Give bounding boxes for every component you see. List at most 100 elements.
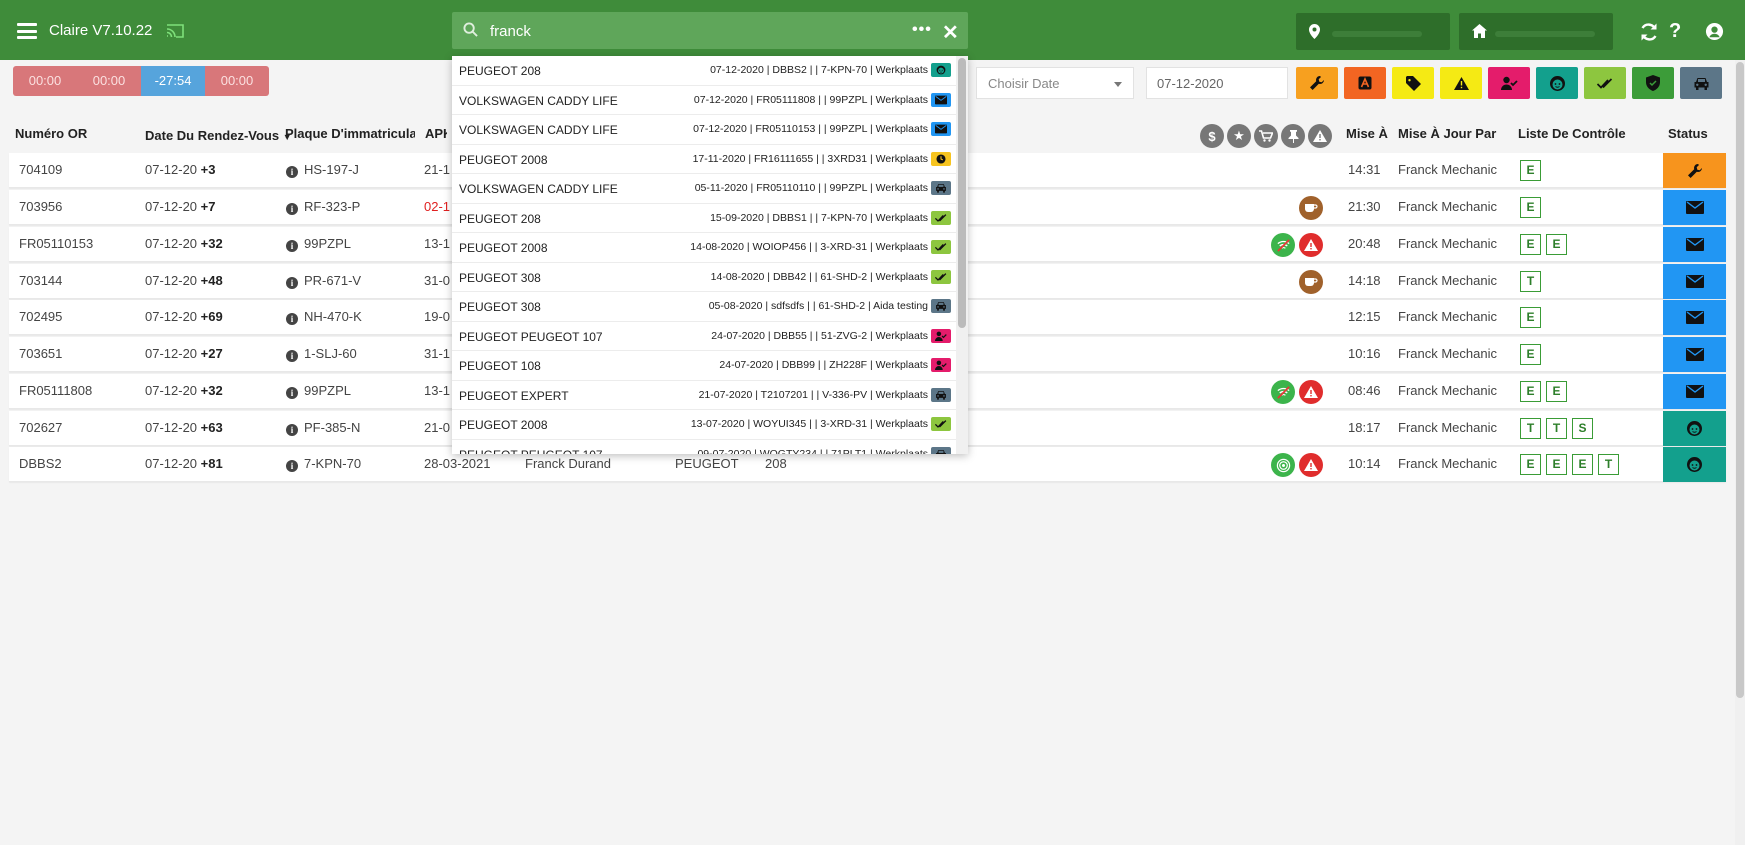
checklist-badge[interactable]: E xyxy=(1546,234,1567,255)
checklist-badge[interactable]: E xyxy=(1520,307,1541,328)
checklist-badge[interactable]: T xyxy=(1520,418,1541,439)
status-badge[interactable] xyxy=(1663,374,1726,409)
checklist-badge[interactable]: E xyxy=(1572,454,1593,475)
col-plaque[interactable]: Plaque D'immatriculation xyxy=(285,126,415,141)
more-options-icon[interactable]: ••• xyxy=(912,21,932,39)
status-badge[interactable] xyxy=(1663,153,1726,188)
workshop-select[interactable] xyxy=(1459,13,1613,50)
checklist-badge[interactable]: T xyxy=(1598,454,1619,475)
info-icon[interactable]: i xyxy=(286,350,298,362)
status-badge[interactable] xyxy=(1663,447,1726,482)
date-input[interactable]: 07-12-2020 xyxy=(1146,67,1288,99)
timer-1[interactable]: 00:00 xyxy=(13,66,77,96)
dropdown-scrollbar[interactable] xyxy=(956,56,968,454)
col-mise-a-jour-par[interactable]: Mise À Jour Par xyxy=(1398,126,1496,141)
close-icon[interactable]: ✕ xyxy=(942,20,959,45)
cart-icon[interactable] xyxy=(1254,124,1278,148)
search-result-item[interactable]: PEUGEOT 208 15-09-2020 | DBBS1 | | 7-KPN-… xyxy=(452,204,956,233)
star-icon[interactable]: ★ xyxy=(1227,124,1251,148)
cell-numero-or: FR05111808 xyxy=(19,383,93,398)
col-liste-controle[interactable]: Liste De Contrôle xyxy=(1518,126,1626,141)
checklist-badge[interactable]: E xyxy=(1520,197,1541,218)
refresh-icon[interactable] xyxy=(1639,22,1659,42)
user-check-icon xyxy=(931,358,951,372)
info-icon[interactable]: i xyxy=(286,277,298,289)
search-result-item[interactable]: PEUGEOT 2008 17-11-2020 | FR16111655 | | … xyxy=(452,145,956,174)
help-icon[interactable]: ? xyxy=(1669,20,1681,43)
filter-car-button[interactable] xyxy=(1680,67,1722,99)
timer-active[interactable]: -27:54 xyxy=(141,66,205,96)
coffee-icon[interactable] xyxy=(1299,196,1323,220)
search-result-item[interactable]: PEUGEOT 2008 13-07-2020 | WOYUI345 | | 3-… xyxy=(452,410,956,440)
search-result-item[interactable]: PEUGEOT 308 05-08-2020 | sdfsdfs | | 61-S… xyxy=(452,292,956,322)
search-result-item[interactable]: VOLKSWAGEN CADDY LIFE 07-12-2020 | FR0511… xyxy=(452,115,956,145)
user-icon[interactable] xyxy=(1705,22,1724,41)
info-icon[interactable]: i xyxy=(286,387,298,399)
page-scrollbar[interactable] xyxy=(1735,60,1745,845)
warning-icon[interactable] xyxy=(1308,124,1332,148)
search-result-item[interactable]: PEUGEOT 2008 14-08-2020 | WOIOP456 | | 3-… xyxy=(452,233,956,263)
date-select[interactable]: Choisir Date xyxy=(976,67,1134,99)
info-icon[interactable]: i xyxy=(286,313,298,325)
search-input[interactable] xyxy=(490,20,870,42)
filter-warning-a-button[interactable] xyxy=(1344,67,1386,99)
checklist-badge[interactable]: E xyxy=(1520,234,1541,255)
alert-icon[interactable] xyxy=(1299,380,1323,404)
info-icon[interactable]: i xyxy=(286,424,298,436)
search-result-item[interactable]: VOLKSWAGEN CADDY LIFE 07-12-2020 | FR0511… xyxy=(452,86,956,115)
checklist-badge[interactable]: E xyxy=(1546,381,1567,402)
checklist-badge[interactable]: S xyxy=(1572,418,1593,439)
col-numero-or[interactable]: Numéro OR xyxy=(15,126,87,141)
wifi-off-icon[interactable] xyxy=(1271,233,1295,257)
alert-icon[interactable] xyxy=(1299,453,1323,477)
status-badge[interactable] xyxy=(1663,190,1726,225)
search-result-item[interactable]: PEUGEOT PEUGEOT 107 24-07-2020 | DBB55 | … xyxy=(452,322,956,351)
info-icon[interactable]: i xyxy=(286,166,298,178)
wifi-off-icon[interactable] xyxy=(1271,380,1295,404)
status-badge[interactable] xyxy=(1663,411,1726,446)
search-result-item[interactable]: VOLKSWAGEN CADDY LIFE 05-11-2020 | FR0511… xyxy=(452,174,956,204)
cell-updated-by: Franck Mechanic xyxy=(1398,456,1497,471)
status-badge[interactable] xyxy=(1663,300,1726,335)
filter-face-button[interactable] xyxy=(1536,67,1578,99)
search-result-item[interactable]: PEUGEOT EXPERT 21-07-2020 | T2107201 | | … xyxy=(452,381,956,410)
checklist-badge[interactable]: E xyxy=(1520,454,1541,475)
col-date-rdv[interactable]: Date Du Rendez-Vous ▼ xyxy=(145,128,292,143)
cast-icon[interactable] xyxy=(166,24,184,38)
alert-icon[interactable] xyxy=(1299,233,1323,257)
search-result-item[interactable]: PEUGEOT 308 14-08-2020 | DBB42 | | 61-SHD… xyxy=(452,263,956,292)
signal-icon[interactable] xyxy=(1271,453,1295,477)
info-icon[interactable]: i xyxy=(286,240,298,252)
search-result-item[interactable]: PEUGEOT 208 07-12-2020 | DBBS2 | | 7-KPN-… xyxy=(452,56,956,86)
col-status[interactable]: Status xyxy=(1668,126,1708,141)
col-apk[interactable]: APK xyxy=(425,126,447,141)
filter-tag-button[interactable] xyxy=(1392,67,1434,99)
col-mise-a-jour-le[interactable]: Mise À Jour Le xyxy=(1346,126,1391,141)
status-badge[interactable] xyxy=(1663,337,1726,372)
checklist-badge[interactable]: T xyxy=(1520,271,1541,292)
checklist-badge[interactable]: E xyxy=(1520,160,1541,181)
status-badge[interactable] xyxy=(1663,227,1726,262)
status-badge[interactable] xyxy=(1663,264,1726,299)
menu-icon[interactable] xyxy=(17,23,37,39)
filter-warning-button[interactable] xyxy=(1440,67,1482,99)
filter-wrench-button[interactable] xyxy=(1296,67,1338,99)
filter-shield-button[interactable] xyxy=(1632,67,1674,99)
checklist-badge[interactable]: E xyxy=(1546,454,1567,475)
checklist-badge[interactable]: E xyxy=(1520,344,1541,365)
filter-done-button[interactable] xyxy=(1584,67,1626,99)
checklist-badge[interactable]: E xyxy=(1520,381,1541,402)
info-icon[interactable]: i xyxy=(286,460,298,472)
location-select[interactable] xyxy=(1296,13,1450,50)
search-result-item[interactable]: PEUGEOT 108 24-07-2020 | DBB99 | | ZH228F… xyxy=(452,351,956,381)
face-icon xyxy=(1549,75,1566,92)
filter-user-check-button[interactable] xyxy=(1488,67,1530,99)
timer-4[interactable]: 00:00 xyxy=(205,66,269,96)
timer-2[interactable]: 00:00 xyxy=(77,66,141,96)
checklist-badge[interactable]: T xyxy=(1546,418,1567,439)
info-icon[interactable]: i xyxy=(286,203,298,215)
dollar-icon[interactable]: $ xyxy=(1200,124,1224,148)
pin-icon[interactable] xyxy=(1281,124,1305,148)
search-result-item[interactable]: PEUGEOT PEUGEOT 107 09-07-2020 | WOGTY234… xyxy=(452,440,956,454)
coffee-icon[interactable] xyxy=(1299,270,1323,294)
